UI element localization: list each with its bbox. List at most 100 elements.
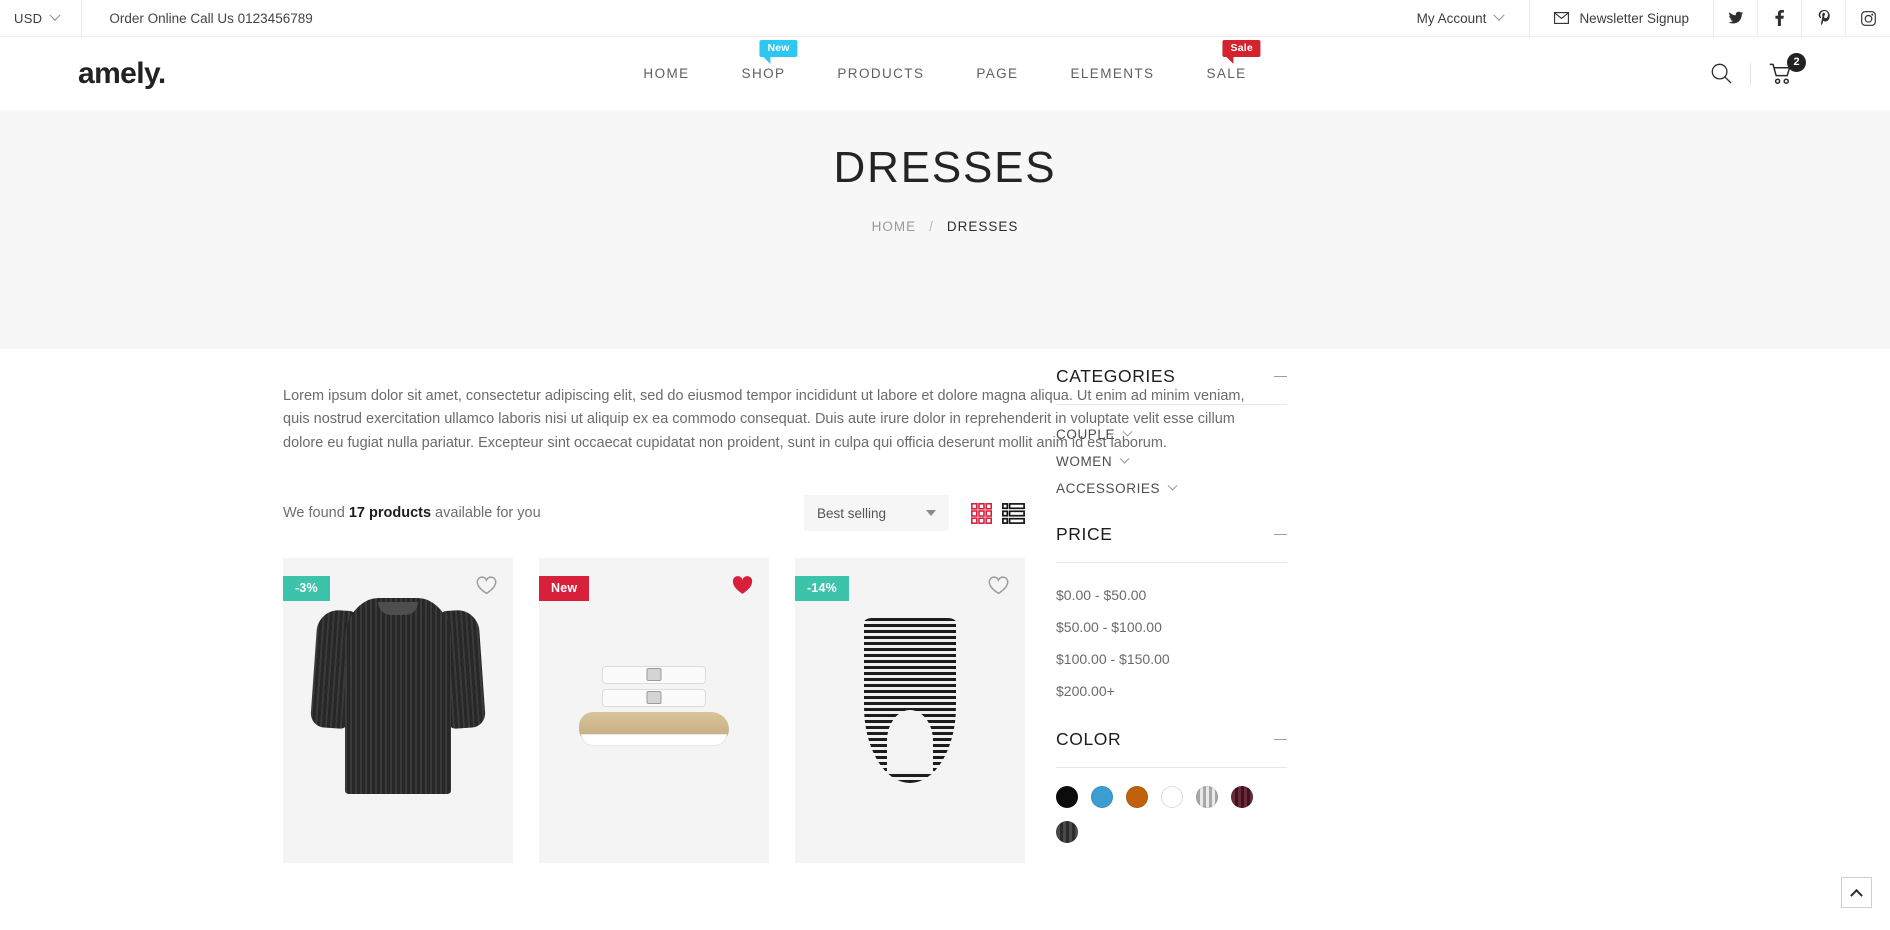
order-phone-text: Order Online Call Us 0123456789	[109, 10, 313, 26]
product-grid: -3% New -14%	[283, 558, 1025, 864]
search-button[interactable]	[1693, 63, 1750, 84]
filter-categories: CATEGORIES COUPLE WOMEN ACCESSORIES	[1056, 350, 1287, 508]
product-badge-new: New	[539, 576, 590, 602]
pinterest-icon	[1818, 10, 1830, 26]
nav-item-sale[interactable]: Sale SALE	[1180, 40, 1272, 81]
collapse-icon[interactable]	[1274, 375, 1287, 378]
product-image	[539, 558, 769, 863]
filter-title: PRICE	[1056, 524, 1113, 544]
main-navigation: HOME New SHOP PRODUCTS PAGE ELEMENTS Sal…	[617, 40, 1272, 81]
filter-price: PRICE $0.00 - $50.00 $50.00 - $100.00 $1…	[1056, 508, 1287, 713]
wishlist-button[interactable]	[988, 576, 1009, 600]
breadcrumb: HOME / DRESSES	[872, 219, 1019, 234]
currency-selector[interactable]: USD	[0, 0, 83, 36]
nav-label: SALE	[1206, 66, 1247, 81]
toolbar-right: Best selling	[804, 495, 1025, 532]
view-toggle	[971, 502, 1025, 524]
listing-toolbar: We found 17 products available for you B…	[283, 495, 1025, 532]
chevron-down-icon	[1122, 426, 1133, 437]
product-card[interactable]: -3%	[283, 558, 513, 864]
filter-header: PRICE	[1056, 508, 1287, 563]
price-range-option[interactable]: $0.00 - $50.00	[1056, 579, 1287, 611]
sandal-buckle-bottom	[646, 691, 662, 705]
price-range-option[interactable]: $100.00 - $150.00	[1056, 643, 1287, 675]
chevron-down-icon	[1167, 480, 1178, 491]
nav-badge-new: New	[759, 40, 798, 65]
collapse-icon[interactable]	[1274, 738, 1287, 741]
heart-outline-icon	[476, 576, 497, 595]
nav-item-shop[interactable]: New SHOP	[716, 40, 812, 81]
price-range-option[interactable]: $200.00+	[1056, 675, 1287, 707]
search-icon	[1711, 63, 1732, 84]
nav-item-home[interactable]: HOME	[617, 66, 715, 81]
filter-body: COUPLE WOMEN ACCESSORIES	[1056, 405, 1287, 508]
nav-label: HOME	[643, 66, 690, 81]
header-actions: 2	[1693, 52, 1812, 85]
filter-header: COLOR	[1056, 713, 1287, 768]
cart-button[interactable]: 2	[1751, 52, 1812, 85]
envelope-icon	[1554, 12, 1570, 24]
grid-view-icon[interactable]	[971, 502, 992, 524]
newsletter-signup-link[interactable]: Newsletter Signup	[1529, 0, 1714, 36]
currency-label: USD	[14, 10, 43, 26]
top-bar-right: My Account Newsletter Signup	[1391, 0, 1890, 36]
filter-title: COLOR	[1056, 729, 1122, 749]
product-count-text: We found 17 products available for you	[283, 505, 541, 521]
top-bar: USD Order Online Call Us 0123456789 My A…	[0, 0, 1890, 37]
scroll-to-top-button[interactable]	[1841, 877, 1872, 908]
color-swatch[interactable]	[1091, 786, 1113, 808]
twitter-link[interactable]	[1714, 0, 1758, 36]
my-account-label: My Account	[1416, 10, 1487, 26]
product-card[interactable]: New	[539, 558, 769, 864]
my-account-menu[interactable]: My Account	[1391, 0, 1530, 36]
product-badge-discount: -14%	[795, 576, 849, 602]
color-swatch[interactable]	[1161, 786, 1183, 808]
color-swatch[interactable]	[1056, 786, 1078, 808]
collapse-icon[interactable]	[1274, 533, 1287, 536]
sort-select[interactable]: Best selling	[804, 495, 949, 532]
product-card[interactable]: -14%	[795, 558, 1025, 864]
sort-value: Best selling	[817, 505, 887, 521]
heart-outline-icon	[988, 576, 1009, 595]
chevron-down-icon	[926, 510, 936, 517]
found-prefix: We found	[283, 505, 349, 522]
site-logo[interactable]: amely.	[78, 57, 166, 91]
facebook-link[interactable]	[1758, 0, 1802, 36]
breadcrumb-home[interactable]: HOME	[872, 219, 917, 234]
wishlist-button[interactable]	[476, 576, 497, 600]
sandal-sole-base	[581, 734, 727, 747]
list-view-icon[interactable]	[1002, 503, 1025, 524]
instagram-icon	[1860, 10, 1876, 26]
breadcrumb-separator: /	[929, 219, 934, 234]
nav-item-elements[interactable]: ELEMENTS	[1044, 66, 1180, 81]
color-swatch[interactable]	[1126, 786, 1148, 808]
product-image	[795, 558, 1025, 863]
filter-title: CATEGORIES	[1056, 366, 1176, 386]
page-hero: DRESSES HOME / DRESSES	[0, 110, 1890, 349]
color-swatch[interactable]	[1196, 786, 1218, 808]
nav-item-products[interactable]: PRODUCTS	[811, 66, 950, 81]
color-swatch[interactable]	[1056, 821, 1078, 843]
top-bar-left: USD Order Online Call Us 0123456789	[0, 0, 313, 36]
chevron-down-icon	[1493, 9, 1506, 21]
product-listing-column: Lorem ipsum dolor sit amet, consectetur …	[283, 349, 1245, 864]
color-swatch[interactable]	[1231, 786, 1253, 808]
dress-body	[345, 598, 451, 795]
category-item-couple[interactable]: COUPLE	[1056, 421, 1287, 448]
instagram-link[interactable]	[1846, 0, 1890, 36]
pinterest-link[interactable]	[1802, 0, 1846, 36]
category-item-women[interactable]: WOMEN	[1056, 448, 1287, 475]
nav-item-page[interactable]: PAGE	[950, 66, 1044, 81]
main-content: Lorem ipsum dolor sit amet, consectetur …	[0, 349, 1890, 864]
product-badge-discount: -3%	[283, 576, 330, 602]
price-range-option[interactable]: $50.00 - $100.00	[1056, 611, 1287, 643]
nav-label: ELEMENTS	[1070, 66, 1155, 81]
filter-color: COLOR	[1056, 713, 1287, 843]
filter-header: CATEGORIES	[1056, 350, 1287, 405]
category-item-accessories[interactable]: ACCESSORIES	[1056, 475, 1287, 502]
filters-sidebar: CATEGORIES COUPLE WOMEN ACCESSORIES PRIC…	[1056, 349, 1287, 863]
wishlist-button[interactable]	[732, 576, 753, 600]
sandal-buckle-top	[646, 668, 662, 682]
found-suffix: available for you	[431, 505, 541, 522]
page-title: DRESSES	[833, 143, 1057, 192]
